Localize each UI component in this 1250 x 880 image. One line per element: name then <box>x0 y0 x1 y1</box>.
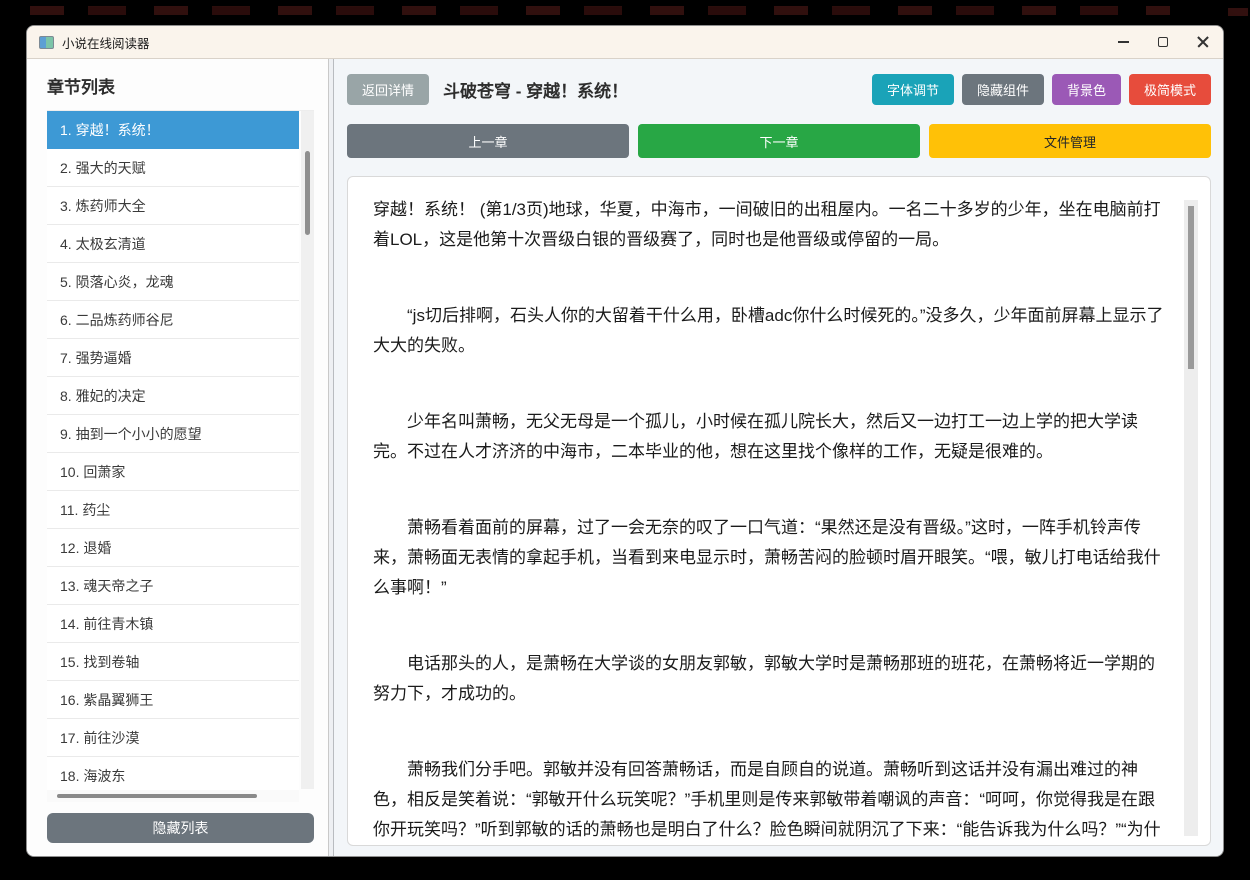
app-icon <box>39 35 54 49</box>
close-icon <box>1197 36 1209 48</box>
toolbar: 字体调节 隐藏组件 背景色 极简模式 <box>871 74 1211 105</box>
novel-paragraph: 少年名叫萧畅，无父无母是一个孤儿，小时候在孤儿院长大，然后又一边打工一边上学的把… <box>373 412 1138 461</box>
background-window-artifact <box>1228 8 1248 16</box>
chapter-item[interactable]: 13. 魂天帝之子 <box>47 567 299 605</box>
close-button[interactable] <box>1183 26 1223 58</box>
chapter-list: 1. 穿越！系统！ 2. 强大的天赋 3. 炼药师大全 4. 太极玄清道 5. … <box>47 110 314 802</box>
chapter-list-vertical-scrollbar-thumb[interactable] <box>305 151 310 235</box>
reader-vertical-scrollbar-thumb[interactable] <box>1188 206 1194 369</box>
chapter-item[interactable]: 8. 雅妃的决定 <box>47 377 299 415</box>
chapter-item[interactable]: 2. 强大的天赋 <box>47 149 299 187</box>
novel-paragraph: 穿越！系统！ (第1/3页)地球，华夏，中海市，一间破旧的出租屋内。一名二十多岁… <box>373 200 1161 249</box>
titlebar: 小说在线阅读器 <box>27 26 1223 59</box>
back-to-details-button[interactable]: 返回详情 <box>347 74 430 105</box>
window-controls <box>1103 26 1223 58</box>
toolbar-button[interactable]: 背景色 <box>1051 74 1121 105</box>
nav-button[interactable]: 下一章 <box>638 124 920 158</box>
chapter-items: 1. 穿越！系统！ 2. 强大的天赋 3. 炼药师大全 4. 太极玄清道 5. … <box>47 111 299 795</box>
nav-button[interactable]: 上一章 <box>347 124 629 158</box>
toolbar-button[interactable]: 极简模式 <box>1128 74 1211 105</box>
chapter-item[interactable]: 12. 退婚 <box>47 529 299 567</box>
maximize-button[interactable] <box>1143 26 1183 58</box>
chapter-sidebar: 章节列表 1. 穿越！系统！ 2. 强大的天赋 3. 炼药师大全 4. 太极玄清… <box>27 59 329 856</box>
chapter-item[interactable]: 6. 二品炼药师谷尼 <box>47 301 299 339</box>
chapter-item[interactable]: 10. 回萧家 <box>47 453 299 491</box>
novel-paragraph: 萧畅我们分手吧。郭敏并没有回答萧畅话，而是自顾自的说道。萧畅听到这话并没有漏出难… <box>373 760 1161 839</box>
chapter-list-vertical-scrollbar[interactable] <box>301 111 314 789</box>
chapter-item[interactable]: 7. 强势逼婚 <box>47 339 299 377</box>
hide-list-button[interactable]: 隐藏列表 <box>47 813 314 843</box>
chapter-title: 斗破苍穹 - 穿越！系统！ <box>443 82 629 101</box>
novel-paragraph: “js切后排啊，石头人你的大留着干什么用，卧槽adc你什么时候死的。”没多久，少… <box>373 306 1164 355</box>
maximize-icon <box>1158 37 1168 47</box>
novel-paragraph: 萧畅看着面前的屏幕，过了一会无奈的叹了一口气道：“果然还是没有晋级。”这时，一阵… <box>373 518 1161 597</box>
novel-text: 穿越！系统！ (第1/3页)地球，华夏，中海市，一间破旧的出租屋内。一名二十多岁… <box>373 195 1166 845</box>
chapter-list-horizontal-scrollbar-thumb[interactable] <box>57 794 257 798</box>
minimize-icon <box>1117 41 1129 43</box>
sidebar-title: 章节列表 <box>47 78 115 97</box>
chapter-item[interactable]: 17. 前往沙漠 <box>47 719 299 757</box>
chapter-navbar: 上一章 下一章 文件管理 <box>347 124 1211 158</box>
background-window-artifact <box>30 6 1170 15</box>
toolbar-button[interactable]: 字体调节 <box>871 74 954 105</box>
chapter-item[interactable]: 9. 抽到一个小小的愿望 <box>47 415 299 453</box>
window-body: 章节列表 1. 穿越！系统！ 2. 强大的天赋 3. 炼药师大全 4. 太极玄清… <box>27 59 1223 856</box>
chapter-list-horizontal-scrollbar[interactable] <box>47 790 299 802</box>
chapter-item[interactable]: 16. 紫晶翼狮王 <box>47 681 299 719</box>
chapter-item[interactable]: 14. 前往青木镇 <box>47 605 299 643</box>
chapter-item[interactable]: 11. 药尘 <box>47 491 299 529</box>
toolbar-button[interactable]: 隐藏组件 <box>961 74 1044 105</box>
chapter-item[interactable]: 1. 穿越！系统！ <box>47 111 299 149</box>
main-area: 返回详情 斗破苍穹 - 穿越！系统！ 字体调节 隐藏组件 背景色 极简模式 上一… <box>334 59 1223 856</box>
reader-vertical-scrollbar[interactable] <box>1184 200 1198 836</box>
novel-paragraph: 电话那头的人，是萧畅在大学谈的女朋友郭敏，郭敏大学时是萧畅那班的班花，在萧畅将近… <box>373 654 1155 703</box>
chapter-item[interactable]: 15. 找到卷轴 <box>47 643 299 681</box>
chapter-item[interactable]: 4. 太极玄清道 <box>47 225 299 263</box>
nav-button[interactable]: 文件管理 <box>929 124 1211 158</box>
minimize-button[interactable] <box>1103 26 1143 58</box>
app-window: 小说在线阅读器 章节列表 1. 穿越！系统！ 2. 强大的天赋 3. 炼药师大全 <box>26 25 1224 857</box>
chapter-item[interactable]: 5. 陨落心炎，龙魂 <box>47 263 299 301</box>
window-title: 小说在线阅读器 <box>62 36 150 51</box>
topbar: 返回详情 斗破苍穹 - 穿越！系统！ 字体调节 隐藏组件 背景色 极简模式 <box>347 74 1211 105</box>
chapter-item[interactable]: 3. 炼药师大全 <box>47 187 299 225</box>
reader-panel: 穿越！系统！ (第1/3页)地球，华夏，中海市，一间破旧的出租屋内。一名二十多岁… <box>347 176 1211 846</box>
